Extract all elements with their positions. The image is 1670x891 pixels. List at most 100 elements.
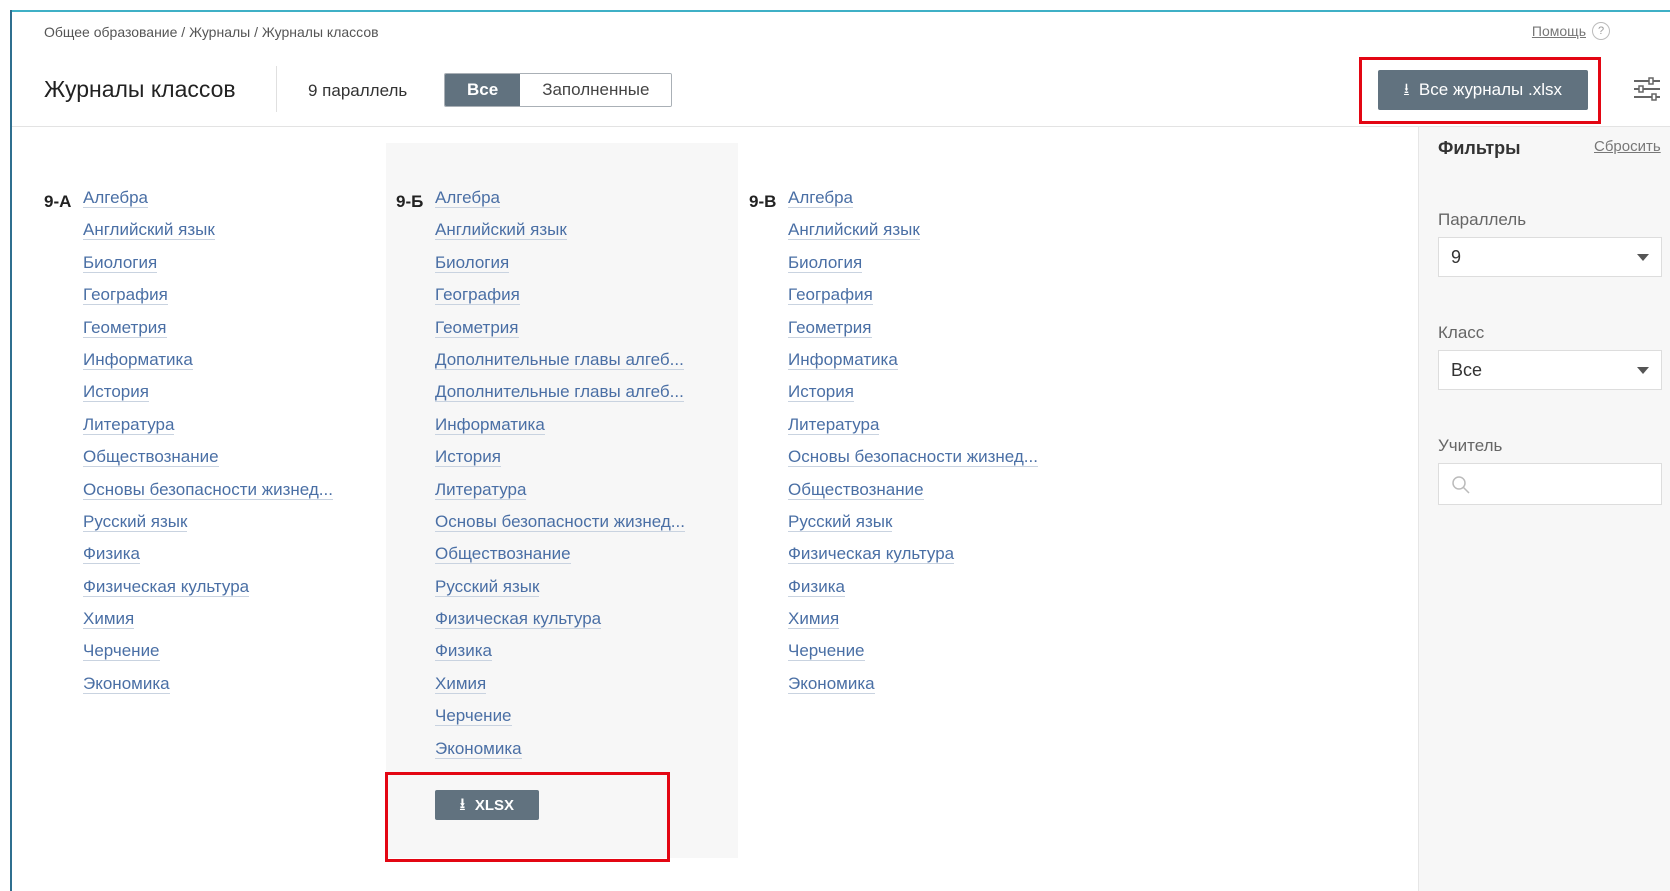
subject-link[interactable]: Химия xyxy=(788,609,840,630)
list-item: Геометрия xyxy=(435,317,685,350)
class-select-value: Все xyxy=(1451,360,1483,380)
subject-link[interactable]: Биология xyxy=(83,252,158,273)
subject-link[interactable]: История xyxy=(788,382,854,403)
subject-link[interactable]: Литература xyxy=(788,414,880,435)
subject-link[interactable]: Алгебра xyxy=(435,188,500,208)
subject-link[interactable]: Английский язык xyxy=(435,220,567,241)
subject-link[interactable]: Английский язык xyxy=(83,220,215,241)
subject-link[interactable]: Русский язык xyxy=(435,576,540,597)
subject-link[interactable]: Алгебра xyxy=(83,188,148,208)
subject-link[interactable]: Дополнительные главы алгеб... xyxy=(435,382,684,403)
list-item: Биология xyxy=(83,252,333,285)
chevron-down-icon xyxy=(1637,367,1649,374)
list-item: Химия xyxy=(788,609,1038,641)
subject-link[interactable]: Геометрия xyxy=(788,317,872,338)
toggle-all[interactable]: Все xyxy=(445,74,521,106)
parallel-label: 9 параллель xyxy=(308,81,408,100)
question-icon[interactable]: ? xyxy=(1592,22,1610,40)
list-item: Экономика xyxy=(83,673,333,706)
filters-title: Фильтры xyxy=(1438,138,1521,158)
subject-link[interactable]: Физическая культура xyxy=(788,544,955,565)
subject-link[interactable]: Биология xyxy=(435,252,510,273)
title-divider xyxy=(276,66,277,112)
subject-link[interactable]: Основы безопасности жизнед... xyxy=(435,511,685,532)
journal-filter-toggle[interactable]: Все Заполненные xyxy=(444,73,673,107)
subject-link[interactable]: Химия xyxy=(435,673,487,694)
teacher-search-input[interactable] xyxy=(1438,463,1662,505)
list-item: Дополнительные главы алгеб... xyxy=(435,382,685,414)
search-icon xyxy=(1452,476,1470,494)
window-left-border xyxy=(10,10,12,891)
subject-link[interactable]: Черчение xyxy=(788,641,865,662)
subject-link[interactable]: Русский язык xyxy=(83,511,188,532)
parallel-field-label: Параллель xyxy=(1438,210,1527,229)
subject-link[interactable]: История xyxy=(435,447,501,468)
toggle-filled[interactable]: Заполненные xyxy=(520,74,672,106)
list-item: География xyxy=(435,285,685,317)
list-item: Химия xyxy=(435,673,685,706)
list-item: История xyxy=(83,382,333,414)
subject-link[interactable]: География xyxy=(435,285,520,306)
subject-link[interactable]: Геометрия xyxy=(83,317,167,338)
list-item: Обществознание xyxy=(435,544,685,576)
teacher-field-label: Учитель xyxy=(1438,436,1503,455)
subject-link[interactable]: Физика xyxy=(788,576,845,597)
subject-link[interactable]: Информатика xyxy=(788,349,898,370)
class-select[interactable]: Все xyxy=(1438,350,1662,390)
subject-link[interactable]: Информатика xyxy=(83,349,193,370)
subject-link[interactable]: История xyxy=(83,382,149,403)
breadcrumb[interactable]: Общее образование / Журналы / Журналы кл… xyxy=(44,24,379,40)
chevron-down-icon xyxy=(1637,254,1649,261)
subject-link[interactable]: Русский язык xyxy=(788,511,893,532)
list-item: Информатика xyxy=(435,414,685,447)
filter-settings-icon[interactable] xyxy=(1632,76,1662,102)
list-item: География xyxy=(788,285,1038,317)
list-item: Алгебра xyxy=(435,188,685,220)
reset-filters-link[interactable]: Сбросить xyxy=(1594,138,1661,155)
list-item: Литература xyxy=(435,479,685,512)
list-item: Физическая культура xyxy=(435,609,685,641)
subject-link[interactable]: Экономика xyxy=(435,738,522,759)
subject-link[interactable]: Английский язык xyxy=(788,220,920,241)
subject-link[interactable]: Литература xyxy=(83,414,175,435)
list-item: Английский язык xyxy=(83,220,333,252)
subject-link[interactable]: Основы безопасности жизнед... xyxy=(788,447,1038,468)
class-label-9a: 9-А xyxy=(44,192,72,211)
list-item: Физика xyxy=(435,641,685,673)
list-item: Русский язык xyxy=(435,576,685,609)
subject-link[interactable]: Дополнительные главы алгеб... xyxy=(435,349,684,370)
subject-link[interactable]: Информатика xyxy=(435,414,545,435)
subject-link[interactable]: Литература xyxy=(435,479,527,500)
subject-link[interactable]: Физическая культура xyxy=(83,576,250,597)
help-label[interactable]: Помощь xyxy=(1532,23,1586,39)
list-item: Физика xyxy=(83,544,333,576)
list-item: Литература xyxy=(788,414,1038,447)
subject-link[interactable]: География xyxy=(788,285,873,306)
subject-link[interactable]: Экономика xyxy=(83,673,170,694)
parallel-select-value: 9 xyxy=(1451,247,1462,267)
list-item: Алгебра xyxy=(788,188,1038,220)
subject-link[interactable]: Обществознание xyxy=(83,447,219,468)
list-item: Экономика xyxy=(788,673,1038,706)
subject-link[interactable]: Алгебра xyxy=(788,188,853,208)
list-item: Экономика xyxy=(435,738,685,771)
subject-link[interactable]: Биология xyxy=(788,252,863,273)
list-item: Обществознание xyxy=(83,447,333,479)
subject-link[interactable]: Черчение xyxy=(435,706,512,727)
list-item: Химия xyxy=(83,609,333,641)
subject-link[interactable]: Черчение xyxy=(83,641,160,662)
subject-link[interactable]: Основы безопасности жизнед... xyxy=(83,479,333,500)
subject-link[interactable]: Физика xyxy=(83,544,140,565)
subject-link[interactable]: Химия xyxy=(83,609,135,630)
parallel-select[interactable]: 9 xyxy=(1438,237,1662,277)
subject-link[interactable]: Обществознание xyxy=(435,544,571,565)
list-item: Обществознание xyxy=(788,479,1038,512)
subject-link[interactable]: География xyxy=(83,285,168,306)
subject-link[interactable]: Экономика xyxy=(788,673,875,694)
subject-link[interactable]: Физическая культура xyxy=(435,609,602,630)
subject-link[interactable]: Геометрия xyxy=(435,317,519,338)
subject-link[interactable]: Физика xyxy=(435,641,492,662)
subject-link[interactable]: Обществознание xyxy=(788,479,924,500)
help-link[interactable]: Помощь ? xyxy=(1532,22,1610,40)
list-item: Английский язык xyxy=(788,220,1038,252)
